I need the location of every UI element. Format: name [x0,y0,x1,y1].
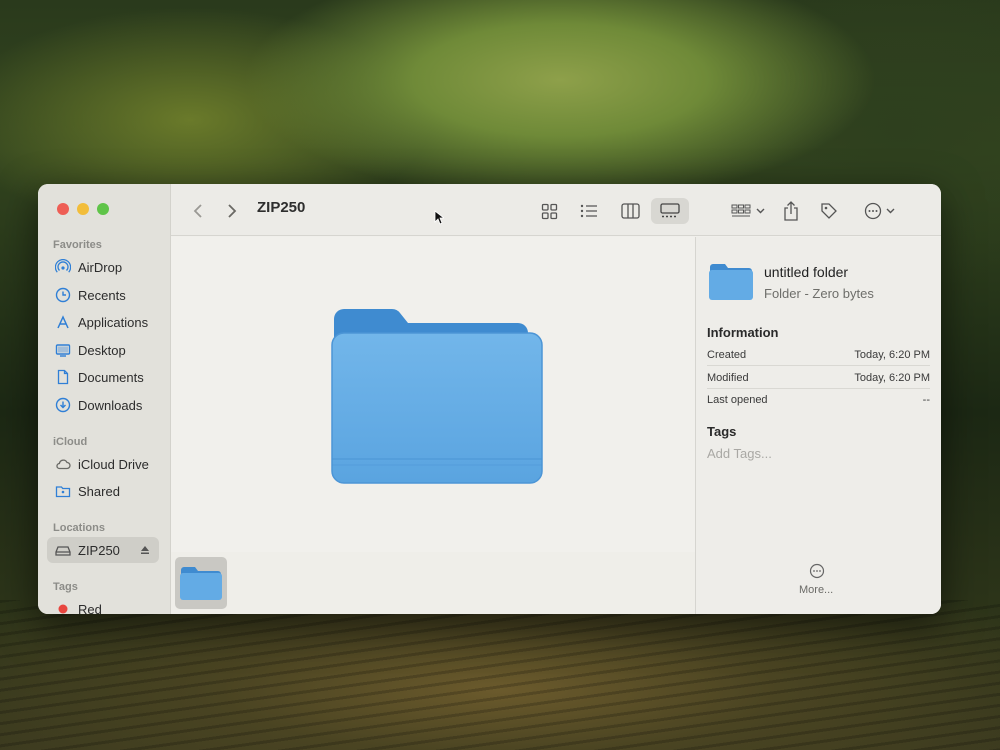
preview-inspector: untitled folder Folder - Zero bytes Info… [695,237,941,614]
toolbar: ZIP250 [171,184,941,236]
sidebar-item-label: AirDrop [78,259,123,275]
info-row-created: Created Today, 6:20 PM [707,344,930,366]
sidebar-item-label: Shared [78,483,120,499]
add-tags-field[interactable]: Add Tags... [707,446,772,461]
sidebar: Favorites AirDrop Recents Applications D… [38,184,171,614]
sidebar-item-label: Recents [78,287,126,303]
sidebar-item-airdrop[interactable]: AirDrop [47,254,159,280]
finder-window: Favorites AirDrop Recents Applications D… [38,184,941,614]
more-label[interactable]: More... [799,584,833,596]
sidebar-section-tags: Tags [53,581,78,593]
red-tag-dot-icon [55,601,71,614]
sidebar-item-recents[interactable]: Recents [47,282,159,308]
close-button[interactable] [57,203,69,215]
sidebar-item-icloud-drive[interactable]: iCloud Drive [47,451,159,477]
sidebar-section-icloud: iCloud [53,436,88,448]
window-title: ZIP250 [257,199,306,216]
chevron-left-icon [193,204,202,218]
group-by-button[interactable] [727,200,769,222]
applications-icon [55,314,71,330]
minimize-button[interactable] [77,203,89,215]
folder-thumbnail[interactable] [175,557,227,609]
window-controls [57,203,109,215]
sidebar-section-locations: Locations [53,522,105,534]
sidebar-item-desktop[interactable]: Desktop [47,337,159,363]
item-name: untitled folder [764,264,849,280]
tag-button[interactable] [817,200,841,222]
document-icon [55,369,71,385]
action-menu-button[interactable] [861,200,897,222]
info-label: Modified [707,371,749,384]
item-kind: Folder - Zero bytes [764,286,874,301]
grid-icon [541,203,557,219]
info-label: Created [707,348,747,361]
airdrop-icon [55,259,71,275]
sidebar-item-shared[interactable]: Shared [47,478,159,504]
zoom-button[interactable] [97,203,109,215]
share-button[interactable] [779,200,803,222]
tags-header: Tags [707,424,737,439]
forward-button[interactable] [221,200,243,222]
wallpaper-vineyard-rows [0,600,1000,750]
sidebar-item-zip250[interactable]: ZIP250 [47,537,159,563]
chevron-down-icon [756,208,765,214]
clock-icon [55,287,71,303]
info-label: Last opened [707,394,768,406]
chevron-right-icon [228,204,237,218]
shared-folder-icon [55,483,71,499]
drive-icon [55,542,71,558]
chevron-down-icon [886,208,894,214]
more-button[interactable] [809,563,825,584]
sidebar-item-downloads[interactable]: Downloads [47,392,159,418]
gallery-view-button[interactable] [651,198,689,224]
gallery-content [171,237,695,614]
gallery-thumbnail-strip [171,552,695,614]
back-button[interactable] [187,200,209,222]
eject-icon[interactable] [140,543,150,558]
column-view-button[interactable] [613,200,647,222]
mouse-cursor-icon [433,206,445,228]
columns-icon [620,203,640,219]
sidebar-section-favorites: Favorites [53,239,102,251]
sidebar-item-label: Downloads [78,397,143,413]
info-value: -- [922,394,930,406]
cloud-icon [55,456,71,472]
sidebar-item-tag-red[interactable]: Red [47,596,159,614]
ellipsis-circle-icon [809,563,825,579]
gallery-icon [660,203,680,218]
icon-view-button[interactable] [533,200,565,222]
folder-preview-icon[interactable] [326,303,546,487]
download-icon [55,397,71,413]
info-value: Today, 6:20 PM [854,371,930,384]
info-row-last-opened: Last opened -- [707,389,930,411]
sidebar-item-label: iCloud Drive [78,456,149,472]
sidebar-item-label: Applications [78,314,149,330]
share-icon [784,201,798,221]
group-icon [731,204,751,217]
info-value: Today, 6:20 PM [854,348,930,361]
sidebar-item-label: ZIP250 [78,542,120,558]
sidebar-item-label: Documents [78,369,144,385]
information-header: Information [707,325,779,340]
ellipsis-circle-icon [864,202,881,220]
sidebar-item-applications[interactable]: Applications [47,309,159,335]
list-view-button[interactable] [573,200,605,222]
tag-icon [821,203,837,219]
sidebar-item-documents[interactable]: Documents [47,364,159,390]
folder-icon [180,567,222,600]
info-row-modified: Modified Today, 6:20 PM [707,367,930,389]
sidebar-item-label: Red [78,601,102,615]
list-icon [580,204,597,218]
folder-icon [709,264,753,300]
sidebar-item-label: Desktop [78,342,126,358]
desktop-icon [55,342,71,358]
